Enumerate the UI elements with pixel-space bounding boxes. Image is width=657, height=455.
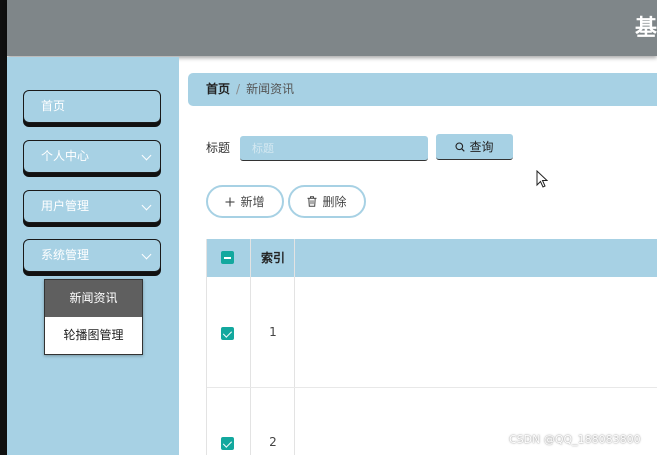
column-header-index: 索引 [260, 251, 285, 265]
query-button-label: 查询 [469, 140, 494, 154]
sidebar-item-label: 用户管理 [41, 199, 90, 213]
breadcrumb-home[interactable]: 首页 [206, 82, 230, 96]
top-header: 基 [7, 0, 657, 56]
sidebar-item-label: 个人中心 [41, 149, 90, 163]
sidebar-item-user-management[interactable]: 用户管理 [23, 190, 161, 223]
select-all-checkbox[interactable] [221, 251, 234, 264]
chevron-down-icon [141, 150, 152, 161]
title-search-input[interactable] [240, 136, 428, 161]
breadcrumb-current: 新闻资讯 [246, 82, 295, 96]
sidebar-item-system-management[interactable]: 系统管理 [23, 239, 161, 272]
watermark: CSDN @QQ_188083800 [509, 433, 641, 446]
system-submenu: 新闻资讯 轮播图管理 [44, 279, 143, 355]
news-table: 索引 1 2 [206, 239, 657, 455]
search-label: 标题 [206, 141, 231, 155]
plus-icon [225, 197, 235, 206]
submenu-item-carousel[interactable]: 轮播图管理 [45, 317, 142, 354]
row-index: 1 [269, 325, 277, 339]
sidebar-item-label: 首页 [41, 99, 66, 113]
row-checkbox[interactable] [221, 437, 234, 450]
row-checkbox[interactable] [221, 327, 234, 340]
query-button[interactable]: 查询 [436, 134, 513, 160]
column-divider [250, 239, 251, 455]
delete-button[interactable]: 删除 [288, 185, 366, 218]
mouse-cursor-icon [536, 170, 548, 188]
add-button-label: 新增 [240, 195, 265, 209]
header-title: 基 [635, 16, 657, 41]
trash-icon [307, 196, 317, 207]
column-divider [294, 239, 295, 455]
delete-button-label: 删除 [322, 195, 347, 209]
table-header: 索引 [207, 239, 657, 277]
row-divider [207, 387, 657, 388]
chevron-down-icon [141, 200, 152, 211]
row-index: 2 [269, 435, 277, 449]
sidebar-item-personal-center[interactable]: 个人中心 [23, 140, 161, 173]
breadcrumb: 首页 / 新闻资讯 [188, 73, 657, 106]
window-edge [0, 0, 7, 455]
breadcrumb-separator: / [236, 82, 241, 96]
sidebar-item-home[interactable]: 首页 [23, 90, 161, 123]
sidebar-item-label: 系统管理 [41, 248, 90, 262]
add-button[interactable]: 新增 [206, 185, 284, 218]
submenu-item-news[interactable]: 新闻资讯 [45, 280, 142, 317]
sidebar: 首页 个人中心 用户管理 系统管理 [7, 57, 179, 455]
search-icon [455, 141, 466, 152]
chevron-down-icon [141, 249, 152, 260]
